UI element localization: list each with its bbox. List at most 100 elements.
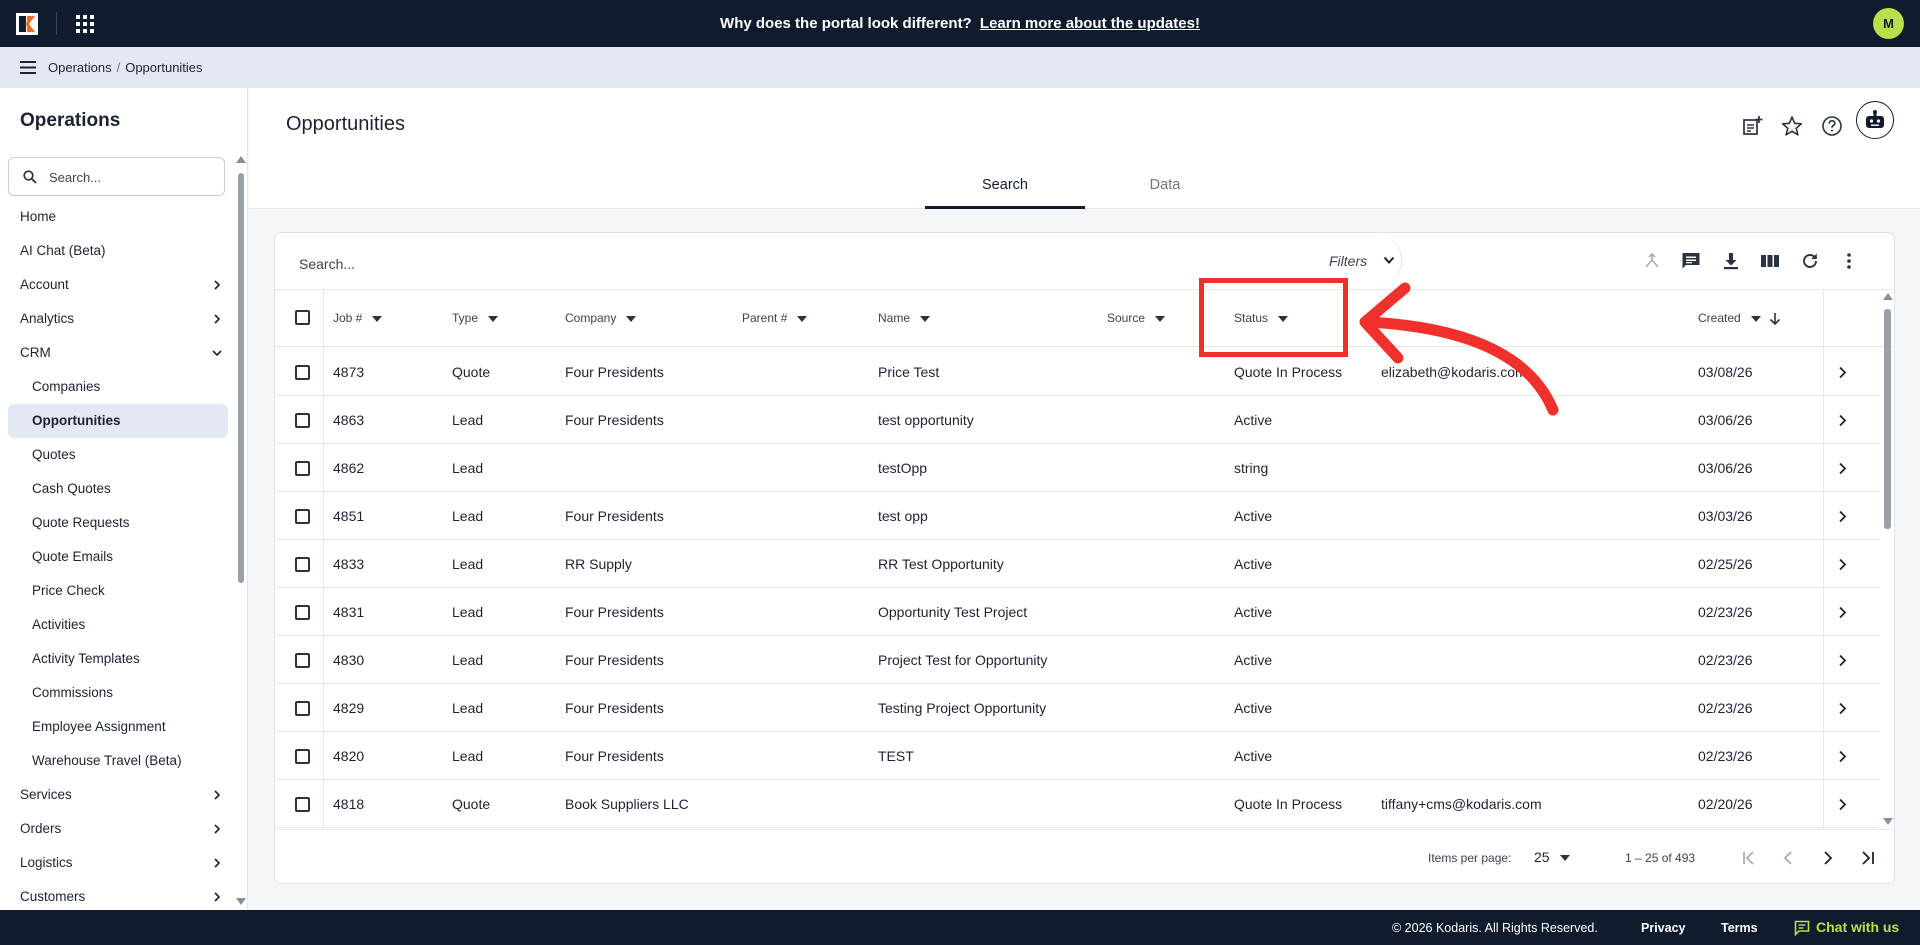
- sidebar-item-employee-assignment[interactable]: Employee Assignment: [0, 710, 236, 744]
- col-header-job[interactable]: Job #: [333, 311, 383, 325]
- col-header-source[interactable]: Source: [1107, 311, 1166, 325]
- status-highlight-box: [1199, 278, 1348, 357]
- row-checkbox[interactable]: [295, 701, 310, 716]
- sidebar-item-price-check[interactable]: Price Check: [0, 574, 236, 608]
- last-page-icon[interactable]: [1858, 848, 1878, 868]
- table-row[interactable]: 4818 Quote Book Suppliers LLC Quote In Proc…: [275, 780, 1879, 828]
- col-header-label: Created: [1698, 311, 1741, 325]
- row-checkbox[interactable]: [295, 653, 310, 668]
- cell-company: Four Presidents: [565, 508, 664, 524]
- row-checkbox[interactable]: [295, 461, 310, 476]
- help-icon[interactable]: [1821, 115, 1843, 137]
- comment-icon[interactable]: [1681, 251, 1701, 271]
- tab-search[interactable]: Search: [925, 174, 1085, 209]
- sidebar-item-orders[interactable]: Orders: [0, 812, 236, 846]
- tab-data[interactable]: Data: [1085, 174, 1245, 209]
- sidebar-item-warehouse-travel[interactable]: Warehouse Travel (Beta): [0, 744, 236, 778]
- chevron-right-icon[interactable]: [1838, 510, 1847, 523]
- table-row[interactable]: 4851 Lead Four Presidents test opp Active 03/…: [275, 492, 1879, 540]
- sidebar-item-home[interactable]: Home: [0, 200, 236, 234]
- items-per-page-select[interactable]: 25: [1534, 849, 1570, 865]
- table-row[interactable]: 4831 Lead Four Presidents Opportunity Test …: [275, 588, 1879, 636]
- sidebar-item-label: Companies: [32, 379, 101, 394]
- first-page-icon[interactable]: [1739, 848, 1759, 868]
- sidebar-item-activities[interactable]: Activities: [0, 608, 236, 642]
- ai-assistant-button[interactable]: [1856, 101, 1894, 139]
- sidebar-item-quote-requests[interactable]: Quote Requests: [0, 506, 236, 540]
- row-checkbox[interactable]: [295, 749, 310, 764]
- table-scroll-down[interactable]: [1883, 818, 1893, 825]
- cell-name: Testing Project Opportunity: [878, 700, 1047, 716]
- row-checkbox[interactable]: [295, 605, 310, 620]
- chevron-right-icon[interactable]: [1838, 702, 1847, 715]
- table-row[interactable]: 4862 Lead testOpp string 03/06/26: [275, 444, 1879, 492]
- sidebar-item-opportunities[interactable]: Opportunities: [8, 404, 228, 438]
- add-note-icon[interactable]: [1741, 115, 1763, 137]
- chevron-right-icon[interactable]: [1838, 798, 1847, 811]
- table-row[interactable]: 4820 Lead Four Presidents TEST Active 02/23/2…: [275, 732, 1879, 780]
- table-search-input[interactable]: [299, 253, 699, 275]
- col-header-label: Job #: [333, 311, 363, 325]
- chevron-right-icon[interactable]: [1838, 654, 1847, 667]
- col-header-parent[interactable]: Parent #: [742, 311, 808, 325]
- chevron-right-icon[interactable]: [1838, 606, 1847, 619]
- refresh-icon[interactable]: [1800, 251, 1820, 271]
- sidebar-item-quote-emails[interactable]: Quote Emails: [0, 540, 236, 574]
- table-row[interactable]: 4863 Lead Four Presidents test opportunity A…: [275, 396, 1879, 444]
- sidebar-item-label: Analytics: [20, 311, 75, 326]
- columns-icon[interactable]: [1760, 251, 1780, 271]
- cell-created: 02/25/26: [1698, 556, 1753, 572]
- col-header-name[interactable]: Name: [878, 311, 931, 325]
- chevron-right-icon[interactable]: [1838, 462, 1847, 475]
- col-header-type[interactable]: Type: [452, 311, 499, 325]
- chevron-right-icon[interactable]: [1838, 366, 1847, 379]
- star-icon[interactable]: [1781, 115, 1803, 137]
- chevron-right-icon[interactable]: [1838, 750, 1847, 763]
- table-row[interactable]: 4830 Lead Four Presidents Project Test for …: [275, 636, 1879, 684]
- privacy-link[interactable]: Privacy: [1641, 921, 1685, 935]
- hamburger-menu-icon[interactable]: [20, 61, 36, 74]
- sidebar-search-input[interactable]: [49, 167, 209, 187]
- table-row[interactable]: 4829 Lead Four Presidents Testing Project O…: [275, 684, 1879, 732]
- sidebar-item-activity-templates[interactable]: Activity Templates: [0, 642, 236, 676]
- terms-link[interactable]: Terms: [1721, 921, 1758, 935]
- next-page-icon[interactable]: [1818, 848, 1838, 868]
- row-checkbox[interactable]: [295, 413, 310, 428]
- row-checkbox[interactable]: [295, 557, 310, 572]
- sidebar-item-commissions[interactable]: Commissions: [0, 676, 236, 710]
- row-checkbox[interactable]: [295, 797, 310, 812]
- sidebar-item-analytics[interactable]: Analytics: [0, 302, 236, 336]
- row-checkbox[interactable]: [295, 509, 310, 524]
- table-scrollbar[interactable]: [1884, 309, 1891, 529]
- more-vert-icon[interactable]: [1839, 251, 1859, 271]
- chat-with-us-button[interactable]: Chat with us: [1794, 919, 1899, 937]
- col-header-created[interactable]: Created: [1698, 311, 1781, 326]
- sidebar-item-quotes[interactable]: Quotes: [0, 438, 236, 472]
- previous-page-icon[interactable]: [1778, 848, 1798, 868]
- row-checkbox[interactable]: [295, 365, 310, 380]
- breadcrumb-operations[interactable]: Operations: [48, 60, 112, 75]
- table-row[interactable]: 4873 Quote Four Presidents Price Test Quote …: [275, 348, 1879, 396]
- select-all-checkbox[interactable]: [295, 310, 310, 325]
- sidebar-item-crm[interactable]: CRM: [0, 336, 236, 370]
- sidebar-item-ai-chat[interactable]: AI Chat (Beta): [0, 234, 236, 268]
- table-scroll-up[interactable]: [1883, 293, 1893, 300]
- col-header-company[interactable]: Company: [565, 311, 637, 325]
- sidebar-scroll-down[interactable]: [236, 898, 246, 905]
- table-row[interactable]: 4833 Lead RR Supply RR Test Opportunity Acti…: [275, 540, 1879, 588]
- merge-icon[interactable]: [1642, 251, 1662, 271]
- sidebar-item-cash-quotes[interactable]: Cash Quotes: [0, 472, 236, 506]
- sidebar-scrollbar[interactable]: [238, 173, 244, 583]
- sidebar-item-account[interactable]: Account: [0, 268, 236, 302]
- sidebar-item-logistics[interactable]: Logistics: [0, 846, 236, 880]
- user-avatar[interactable]: M: [1873, 8, 1904, 39]
- chevron-right-icon[interactable]: [1838, 558, 1847, 571]
- sidebar-item-customers[interactable]: Customers: [0, 880, 236, 910]
- sidebar-item-companies[interactable]: Companies: [0, 370, 236, 404]
- sort-dropdown-icon: [920, 315, 931, 322]
- sidebar-scroll-up[interactable]: [236, 156, 246, 163]
- chevron-right-icon[interactable]: [1838, 414, 1847, 427]
- sidebar-item-services[interactable]: Services: [0, 778, 236, 812]
- download-icon[interactable]: [1721, 251, 1741, 271]
- announcement-link[interactable]: Learn more about the updates!: [980, 15, 1200, 32]
